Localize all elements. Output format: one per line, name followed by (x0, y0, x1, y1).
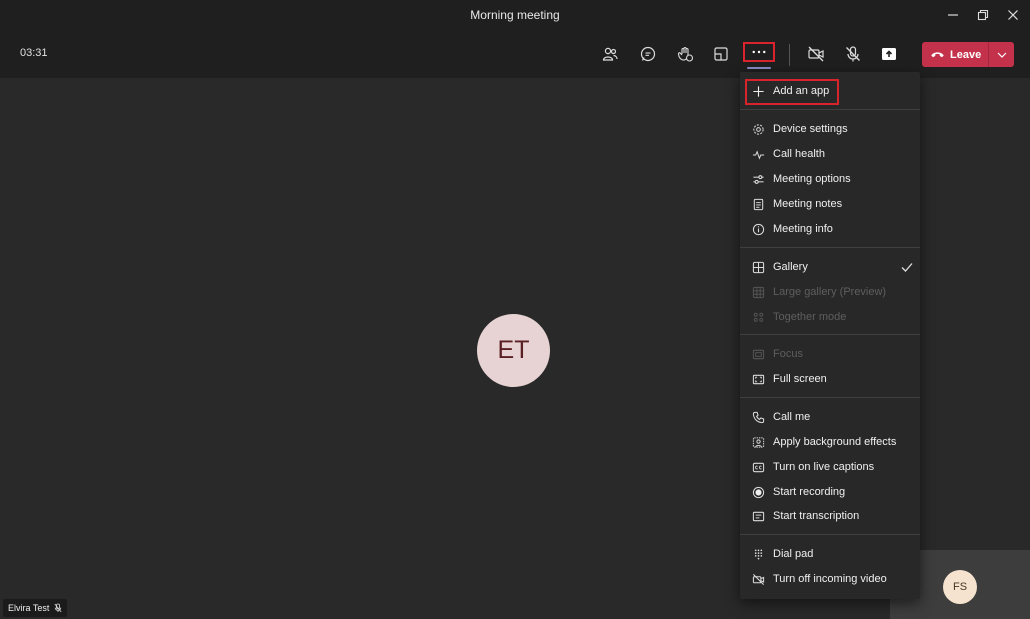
menu-item-label: Together mode (773, 311, 847, 323)
more-actions-menu: Add an app Device settings Call health M… (740, 72, 920, 599)
camera-button[interactable] (804, 42, 828, 66)
hang-up-icon (931, 52, 944, 58)
menu-item-label: Call me (773, 411, 811, 423)
toolbar-divider (789, 44, 790, 66)
reactions-button[interactable] (673, 42, 697, 66)
menu-item-label: Meeting notes (773, 198, 843, 210)
chat-button[interactable] (636, 42, 660, 66)
large-gallery-icon (751, 285, 765, 299)
record-icon (751, 485, 765, 499)
pulse-icon (751, 147, 765, 161)
menu-item-label: Dial pad (773, 548, 814, 560)
menu-item-background-effects[interactable]: Apply background effects (740, 430, 920, 454)
menu-item-label: Full screen (773, 373, 827, 385)
menu-item-label: Focus (773, 348, 803, 360)
menu-divider (740, 334, 920, 335)
share-screen-icon (882, 48, 896, 60)
menu-item-label: Turn on live captions (773, 461, 875, 473)
phone-icon (751, 410, 765, 424)
focus-icon (751, 347, 765, 361)
leave-options-button[interactable] (989, 42, 1014, 67)
menu-item-start-transcription[interactable]: Start transcription (740, 504, 920, 528)
restore-button[interactable] (968, 0, 998, 30)
microphone-button[interactable] (841, 42, 865, 66)
active-indicator (747, 67, 771, 69)
raise-hand-icon (677, 46, 694, 62)
menu-item-together-mode: Together mode (740, 305, 920, 329)
menu-item-label: Meeting info (773, 223, 833, 235)
share-button[interactable] (877, 42, 901, 66)
transcription-icon (751, 509, 765, 523)
menu-item-label: Large gallery (Preview) (773, 286, 887, 298)
background-effects-icon (751, 435, 765, 449)
camera-off-icon (808, 46, 824, 62)
leave-label: Leave (950, 48, 982, 61)
menu-item-label: Call health (773, 148, 825, 160)
checkmark-icon (901, 263, 913, 272)
menu-item-meeting-options[interactable]: Meeting options (740, 167, 920, 191)
menu-item-start-recording[interactable]: Start recording (740, 480, 920, 504)
close-icon (1008, 10, 1018, 20)
menu-item-device-settings[interactable]: Device settings (740, 117, 920, 141)
rooms-icon (714, 47, 728, 61)
leave-button[interactable]: Leave (922, 42, 1014, 67)
more-actions-button[interactable] (743, 42, 775, 62)
meeting-window: Morning meeting 03:31 Leave ET Elvira Te… (0, 0, 1030, 619)
menu-item-dial-pad[interactable]: Dial pad (740, 542, 920, 566)
video-off-icon (751, 572, 765, 586)
menu-divider (740, 247, 920, 248)
menu-item-live-captions[interactable]: Turn on live captions (740, 455, 920, 479)
menu-item-turn-off-incoming-video[interactable]: Turn off incoming video (740, 567, 920, 591)
info-icon (751, 222, 765, 236)
menu-item-label: Meeting options (773, 173, 851, 185)
menu-divider (740, 109, 920, 110)
people-icon (602, 47, 618, 61)
chat-icon (640, 46, 656, 62)
restore-icon (977, 9, 989, 21)
add-app-highlight (745, 79, 839, 105)
menu-item-full-screen[interactable]: Full screen (740, 367, 920, 391)
microphone-off-icon (846, 46, 860, 62)
together-mode-icon (751, 310, 765, 324)
muted-mic-icon (54, 603, 62, 613)
menu-item-gallery[interactable]: Gallery (740, 255, 920, 279)
menu-item-focus: Focus (740, 342, 920, 366)
menu-item-large-gallery: Large gallery (Preview) (740, 280, 920, 304)
menu-divider (740, 397, 920, 398)
minimize-icon (948, 14, 958, 16)
close-button[interactable] (998, 0, 1028, 30)
window-title: Morning meeting (470, 8, 560, 22)
menu-item-meeting-info[interactable]: Meeting info (740, 217, 920, 241)
menu-item-label: Start transcription (773, 510, 860, 522)
meeting-toolbar: 03:31 Leave (0, 30, 1030, 78)
meeting-timer: 03:31 (20, 47, 48, 59)
menu-item-label: Apply background effects (773, 436, 897, 448)
gallery-icon (751, 260, 765, 274)
notes-icon (751, 197, 765, 211)
menu-item-label: Turn off incoming video (773, 573, 887, 585)
participant-name-tag: Elvira Test (3, 599, 68, 617)
menu-item-call-health[interactable]: Call health (740, 142, 920, 166)
participants-button[interactable] (598, 42, 622, 66)
full-screen-icon (751, 372, 765, 386)
title-bar: Morning meeting (0, 0, 1030, 30)
leave-main[interactable]: Leave (922, 42, 988, 67)
menu-item-call-me[interactable]: Call me (740, 405, 920, 429)
self-avatar: FS (943, 570, 977, 604)
gear-icon (751, 122, 765, 136)
rooms-button[interactable] (709, 42, 733, 66)
menu-item-meeting-notes[interactable]: Meeting notes (740, 192, 920, 216)
menu-item-label: Gallery (773, 261, 808, 273)
more-icon (752, 50, 766, 54)
participant-name: Elvira Test (8, 603, 50, 613)
participant-avatar: ET (477, 314, 550, 387)
dial-pad-icon (751, 547, 765, 561)
menu-item-label: Start recording (773, 486, 846, 498)
captions-icon (751, 460, 765, 474)
menu-item-label: Device settings (773, 123, 848, 135)
minimize-button[interactable] (938, 0, 968, 30)
chevron-down-icon (997, 52, 1006, 58)
menu-divider (740, 534, 920, 535)
sliders-icon (751, 172, 765, 186)
